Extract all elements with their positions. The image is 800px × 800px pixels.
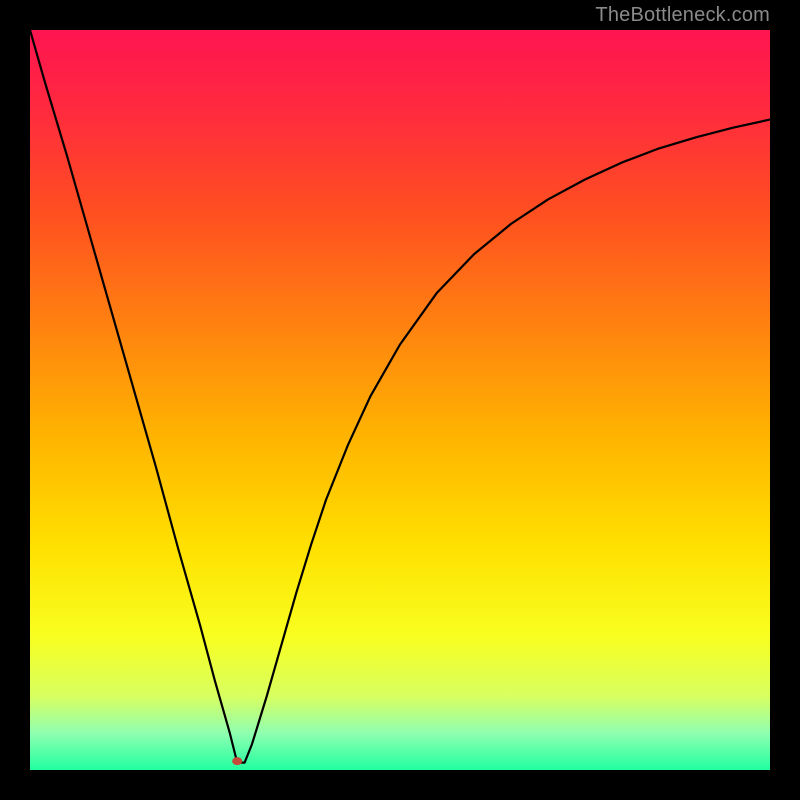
chart-frame: TheBottleneck.com [0, 0, 800, 800]
plot-area [30, 30, 770, 770]
watermark-text: TheBottleneck.com [595, 4, 770, 27]
minimum-marker [30, 30, 770, 770]
